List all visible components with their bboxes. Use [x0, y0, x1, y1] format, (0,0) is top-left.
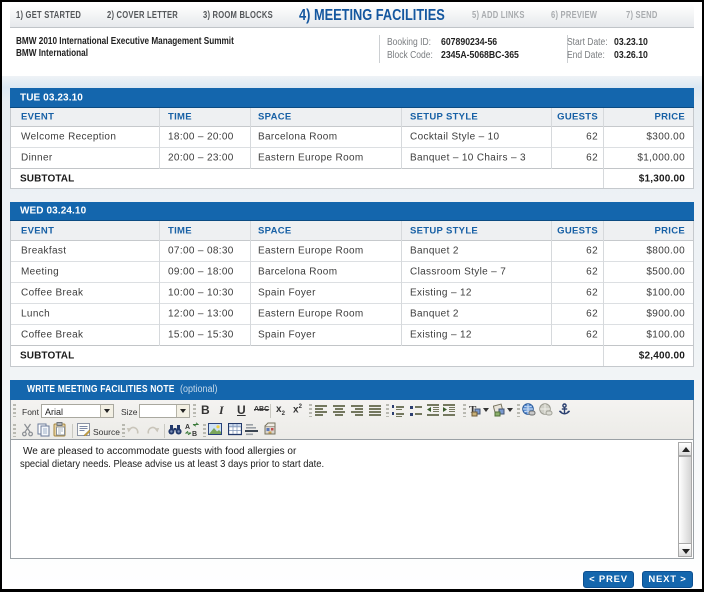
svg-text:B: B — [192, 431, 197, 437]
svg-text:A: A — [185, 424, 190, 431]
